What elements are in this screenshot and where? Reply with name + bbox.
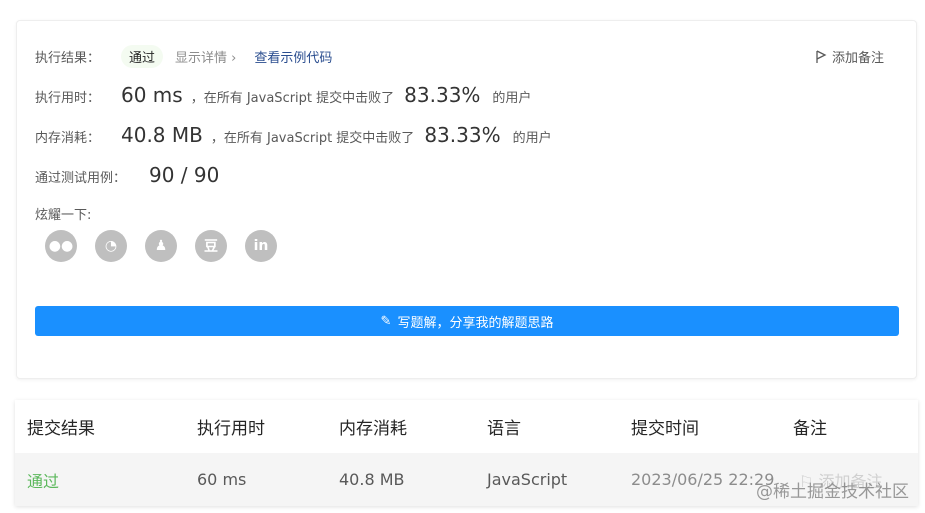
wechat-icon[interactable]: ●● [45,230,77,262]
share-label: 炫耀一下: [35,208,92,223]
result-row: 执行结果： 通过 显示详情 › 查看示例代码 [35,45,332,68]
memory-value: 40.8 MB [121,123,203,147]
memory-percent: 83.33% [424,123,501,147]
result-card: 执行结果： 通过 显示详情 › 查看示例代码 添加备注 执行用时： 60 ms … [16,20,917,379]
row-runtime: 60 ms [197,470,247,489]
add-note-label: 添加备注 [831,51,884,66]
show-details-link[interactable]: 显示详情 › [175,47,236,66]
table-header: 提交结果 执行用时 内存消耗 语言 提交时间 备注 [15,400,918,453]
header-runtime: 执行用时 [197,419,265,439]
tests-value: 90 / 90 [149,163,220,187]
header-language: 语言 [487,419,521,439]
watermark: @稀土掘金技术社区 [756,482,909,502]
memory-suffix: 的用户 [512,131,552,146]
header-memory: 内存消耗 [339,419,407,439]
memory-row: 内存消耗： 40.8 MB ，在所有 JavaScript 提交中击败了 83.… [35,123,552,147]
runtime-value: 60 ms [121,83,183,107]
runtime-suffix: 的用户 [492,91,532,106]
row-time: 2023/06/25 22:29 [631,470,775,489]
memory-label: 内存消耗： [35,131,101,146]
runtime-row: 执行用时： 60 ms ，在所有 JavaScript 提交中击败了 83.33… [35,83,531,107]
row-memory: 40.8 MB [339,470,405,489]
write-solution-button[interactable]: ✎ 写题解，分享我的解题思路 [35,306,899,336]
qq-icon[interactable]: ♟ [145,230,177,262]
tests-row: 通过测试用例： 90 / 90 [35,163,227,187]
runtime-label: 执行用时： [35,91,101,106]
header-time: 提交时间 [631,419,699,439]
pencil-icon: ✎ [380,313,392,329]
runtime-text: ，在所有 JavaScript 提交中击败了 [190,91,395,106]
weibo-icon[interactable]: ◔ [95,230,127,262]
row-status-link[interactable]: 通过 [27,468,59,492]
header-status: 提交结果 [27,419,95,439]
write-solution-label: 写题解，分享我的解题思路 [397,315,554,331]
memory-text: ，在所有 JavaScript 提交中击败了 [210,131,415,146]
linkedin-icon[interactable]: in [245,230,277,262]
tests-label: 通过测试用例： [35,171,127,186]
share-icons: ●● ◔ ♟ 豆 in [45,230,277,262]
runtime-percent: 83.33% [404,83,481,107]
douban-icon[interactable]: 豆 [195,230,227,262]
add-note-button[interactable]: 添加备注 [815,47,884,66]
status-badge: 通过 [121,45,164,68]
header-note: 备注 [793,419,827,439]
flag-icon [816,49,827,63]
result-label: 执行结果： [35,51,101,66]
view-example-code-link[interactable]: 查看示例代码 [254,47,332,66]
row-language: JavaScript [487,470,568,489]
